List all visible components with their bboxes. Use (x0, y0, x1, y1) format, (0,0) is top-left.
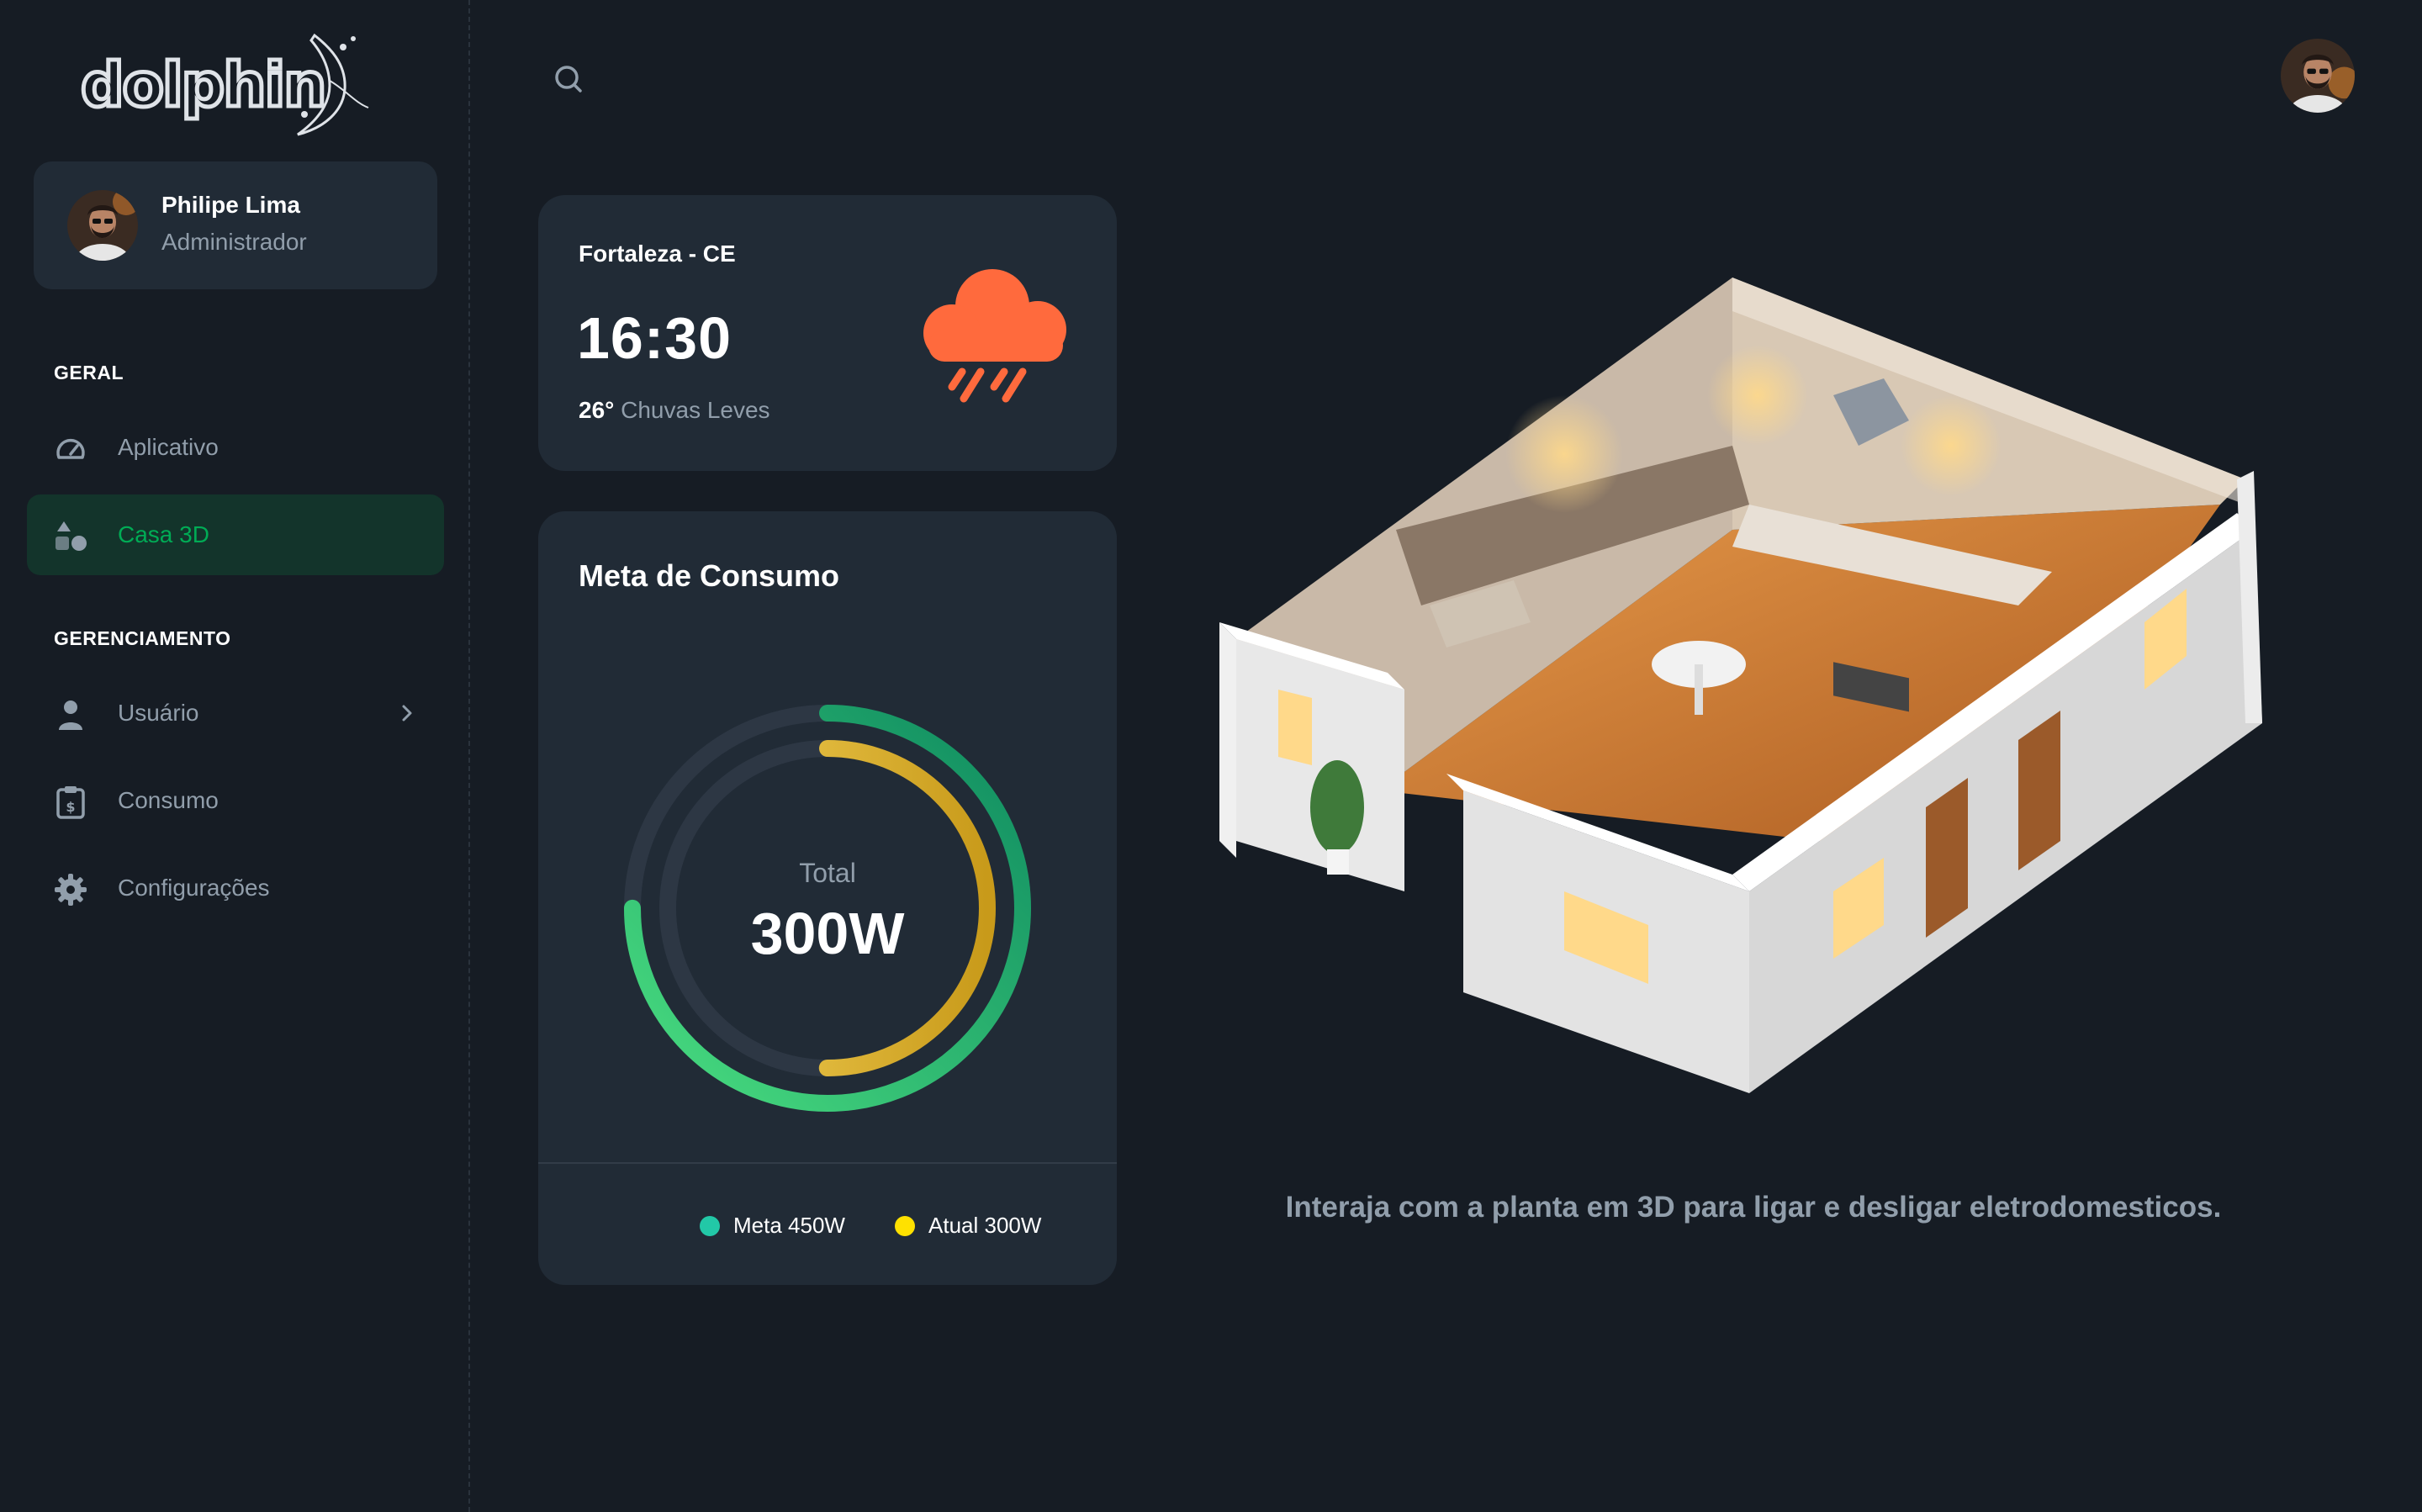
total-value: 300W (750, 901, 905, 966)
cloud-rain-icon (912, 249, 1080, 417)
total-label: Total (799, 858, 856, 888)
weather-city: Fortaleza - CE (579, 241, 736, 267)
chevron-right-icon (394, 700, 420, 727)
user-role: Administrador (161, 229, 307, 255)
weather-condition: Chuvas Leves (621, 397, 770, 423)
svg-text:$: $ (66, 799, 75, 815)
table-leg (1695, 664, 1703, 715)
svg-text:dolphin: dolphin (81, 50, 325, 120)
gear-icon (54, 873, 87, 907)
sidebar: dolphin Philipe Lima Administrador GERAL… (0, 0, 470, 1512)
weather-card: Fortaleza - CE 16:30 26° Chuvas Leves (538, 195, 1117, 471)
search-icon (548, 66, 589, 103)
legend-dot (700, 1215, 720, 1236)
legend-label: Meta 450W (733, 1213, 845, 1238)
light-glow (1901, 395, 2002, 496)
window (1278, 690, 1312, 765)
sidebar-item-label: Casa 3D (118, 521, 209, 547)
sidebar-item-label: Configurações (118, 875, 270, 901)
sidebar-item-consumo[interactable]: $ Consumo (27, 760, 444, 841)
weather-time: 16:30 (577, 305, 732, 371)
avatar (67, 190, 138, 261)
sidebar-item-configuracoes[interactable]: Configurações (27, 848, 444, 928)
receipt-icon: $ (54, 785, 87, 819)
user-card[interactable]: Philipe Lima Administrador (34, 161, 437, 289)
account-avatar[interactable] (2281, 39, 2355, 113)
sidebar-item-casa-3d[interactable]: Casa 3D (27, 494, 444, 575)
consumption-total: Total 300W (617, 698, 1038, 1118)
house-hint: Interaja com a planta em 3D para ligar e… (1285, 1191, 2222, 1224)
sidebar-item-label: Consumo (118, 787, 219, 813)
sidebar-item-label: Aplicativo (118, 434, 219, 460)
weather-temperature: 26° (579, 397, 615, 423)
weather-details: 26° Chuvas Leves (579, 397, 770, 424)
user-icon (54, 698, 87, 732)
section-label-general: GERAL (54, 362, 124, 383)
sidebar-item-usuario[interactable]: Usuário (27, 673, 444, 753)
chart-legend: Meta 450W Atual 300W (538, 1213, 1117, 1246)
shapes-icon (54, 520, 87, 553)
house-3d-view[interactable] (1211, 252, 2296, 1110)
plant-pot (1327, 849, 1349, 875)
legend-dot (895, 1215, 915, 1236)
wall-left-outer (1219, 622, 1236, 858)
sidebar-item-label: Usuário (118, 700, 199, 726)
section-label-management: GERENCIAMENTO (54, 627, 231, 649)
app-root: dolphin Philipe Lima Administrador GERAL… (0, 0, 2422, 1512)
light-glow (1707, 345, 1808, 446)
legend-item-current: Atual 300W (895, 1213, 1041, 1239)
consumption-title: Meta de Consumo (579, 558, 840, 593)
consumption-card: Meta de Consumo Total 300W Meta 450W Atu… (538, 511, 1117, 1285)
sidebar-item-aplicativo[interactable]: Aplicativo (27, 407, 444, 488)
user-name: Philipe Lima (161, 192, 300, 218)
legend-label: Atual 300W (928, 1213, 1042, 1238)
speedometer-icon (54, 432, 87, 466)
search-button[interactable] (548, 59, 589, 99)
light-glow (1505, 395, 1623, 513)
plant (1310, 760, 1364, 854)
dolphin-logo[interactable]: dolphin (77, 30, 380, 148)
legend-item-goal: Meta 450W (700, 1213, 845, 1239)
divider (538, 1162, 1117, 1164)
